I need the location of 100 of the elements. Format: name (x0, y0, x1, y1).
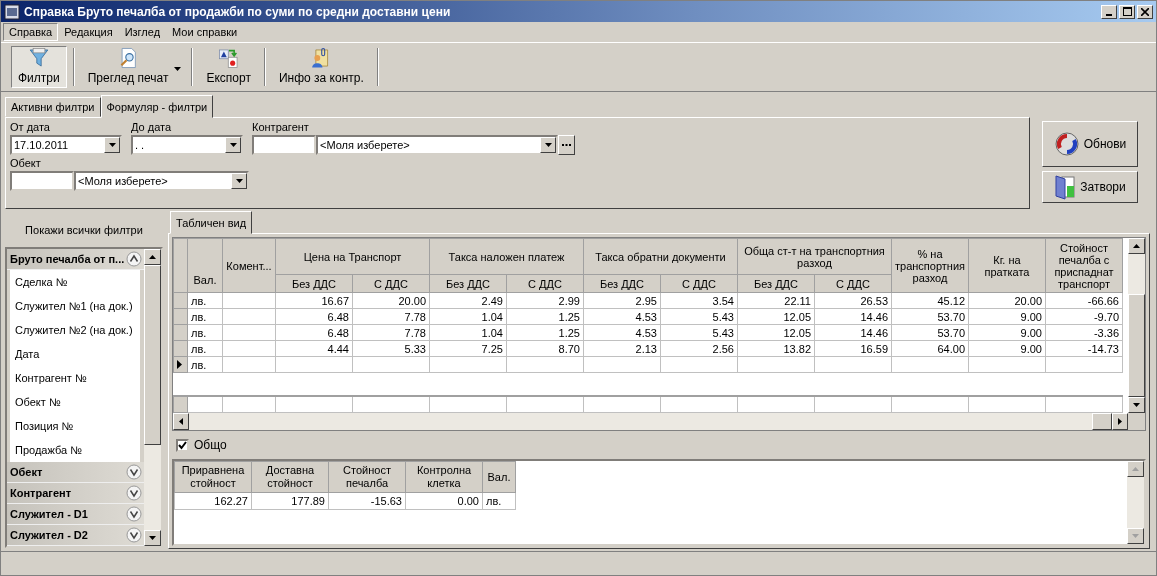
column-group-header: Цена на Транспорт (275, 238, 430, 275)
filter-item[interactable]: Обект № (10, 390, 140, 414)
group-header[interactable]: Контрагент (7, 483, 144, 504)
close-window-button[interactable]: Затвори (1042, 171, 1138, 203)
menu-item[interactable]: Изглед (118, 23, 167, 41)
arrow-left-icon (179, 418, 183, 425)
date-field[interactable]: . . (131, 135, 243, 155)
table-cell: лв. (187, 356, 223, 373)
tab[interactable]: Формуляр - филтри (100, 95, 214, 118)
table-cell: 7.25 (429, 340, 507, 357)
scrollbar[interactable] (173, 413, 1145, 430)
group-header[interactable]: Обект (7, 462, 144, 483)
filter-item[interactable]: Сделка № (10, 270, 140, 294)
browse-button[interactable] (558, 135, 575, 155)
table-cell: лв. (187, 292, 223, 309)
toolbar-button[interactable]: Филтри (11, 46, 67, 88)
table-cell: 45.12 (891, 292, 969, 309)
table-cell: 6.48 (275, 324, 353, 341)
group-header[interactable]: Служител - D2 (7, 525, 144, 546)
table-cell: 4.53 (583, 324, 661, 341)
column-header: Стойност печалба с приспаднат транспорт (1045, 238, 1123, 293)
table-cell: 12.05 (737, 324, 815, 341)
table-cell: 16.67 (275, 292, 353, 309)
filter-item[interactable]: Позиция № (10, 414, 140, 438)
arrow-down-icon (149, 536, 156, 540)
table-cell: 2.99 (506, 292, 584, 309)
table-cell: 6.48 (275, 308, 353, 325)
table-cell: 9.00 (968, 308, 1046, 325)
toolbar-button[interactable]: Инфо за контр. (271, 46, 371, 88)
checkbox[interactable] (176, 438, 189, 452)
table-cell: 1.25 (506, 308, 584, 325)
caret-icon (235, 179, 243, 183)
arrow-up-icon (1133, 244, 1140, 248)
site-dropdown[interactable]: <Моля изберете> (74, 171, 249, 191)
table-cell: 22.11 (737, 292, 815, 309)
toolbar-button[interactable]: Преглед печат (80, 46, 186, 88)
table-cell: 20.00 (968, 292, 1046, 309)
field-label: От дата (10, 121, 51, 133)
menu-item[interactable]: Редакция (58, 23, 119, 41)
arrow-right-icon (1118, 418, 1122, 425)
table-cell: 5.43 (660, 324, 738, 341)
expand-icon (126, 485, 142, 501)
close-button[interactable] (1137, 4, 1153, 19)
maximize-icon (1122, 7, 1132, 16)
filter-item[interactable]: Продажба № (10, 438, 140, 462)
table-cell: 20.00 (352, 292, 430, 309)
scrollbar[interactable] (1128, 238, 1145, 413)
filter-item[interactable]: Служител №1 (на док.) (10, 294, 140, 318)
arrow-down-icon (1133, 403, 1140, 407)
toolbar-button[interactable]: Експорт (199, 46, 258, 88)
counterparty-dropdown[interactable]: <Моля изберете> (316, 135, 558, 155)
table-cell: -3.36 (1045, 324, 1123, 341)
minimize-button[interactable] (1101, 4, 1117, 19)
table-cell: 4.53 (583, 308, 661, 325)
table-cell: 16.59 (814, 340, 892, 357)
group-header[interactable]: Служител - D1 (7, 504, 144, 525)
table-cell: -15.63 (328, 492, 406, 510)
table-cell: 12.05 (737, 308, 815, 325)
table-cell: 26.53 (814, 292, 892, 309)
filter-item[interactable]: Дата (10, 342, 140, 366)
scrollbar[interactable] (1127, 461, 1144, 544)
check-icon (178, 440, 187, 450)
column-group-header: Такса обратни документи (583, 238, 738, 275)
window-title: Справка Бруто печалба от продажби по суми по средни доставни цени (24, 4, 452, 19)
caret-icon (229, 143, 237, 147)
table-cell: 53.70 (891, 324, 969, 341)
date-field[interactable]: 17.10.2011 (10, 135, 122, 155)
filter-item[interactable]: Служител №2 (на док.) (10, 318, 140, 342)
tab[interactable]: Активни филтри (5, 97, 101, 117)
arrow-up-icon (1132, 467, 1139, 471)
expand-icon (126, 464, 142, 480)
code-field[interactable] (252, 135, 316, 155)
collapse-icon (126, 251, 142, 267)
filter-item[interactable]: Контрагент № (10, 366, 140, 390)
field-label: Контрагент (252, 121, 310, 133)
menu-item[interactable]: Справка (3, 23, 59, 41)
tab[interactable]: Табличен вид (170, 211, 253, 234)
column-group-header: Обща ст-т на транспортния разход (737, 238, 892, 275)
table-cell: 4.44 (275, 340, 353, 357)
field-label: До дата (131, 121, 173, 133)
scrollbar[interactable] (144, 249, 161, 546)
table-cell: 14.46 (814, 324, 892, 341)
table-cell: -66.66 (1045, 292, 1123, 309)
table-cell: 2.13 (583, 340, 661, 357)
expand-icon (126, 506, 142, 522)
refresh-button[interactable]: Обнови (1042, 121, 1138, 167)
table-cell: 1.25 (506, 324, 584, 341)
table-cell: лв. (187, 340, 223, 357)
table-cell: 1.04 (429, 308, 507, 325)
code-field[interactable] (10, 171, 74, 191)
menu-item[interactable]: Мои справки (166, 23, 244, 41)
table-cell: 0.00 (405, 492, 483, 510)
group-header[interactable]: Бруто печалба от п... (7, 249, 144, 270)
table-cell: 7.78 (352, 324, 430, 341)
table-cell: 5.43 (660, 308, 738, 325)
scroll-thumb[interactable] (1092, 413, 1112, 430)
table-cell: 9.00 (968, 340, 1046, 357)
maximize-button[interactable] (1119, 4, 1135, 19)
table-cell: 13.82 (737, 340, 815, 357)
table-cell: 8.70 (506, 340, 584, 357)
